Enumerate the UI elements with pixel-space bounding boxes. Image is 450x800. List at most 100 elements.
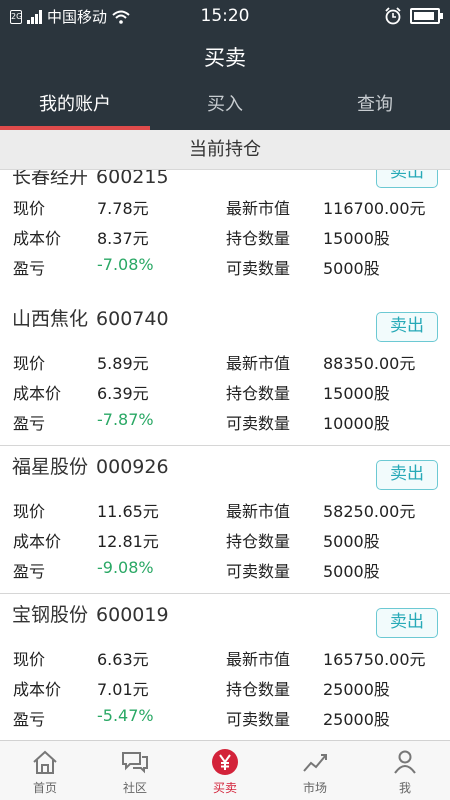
price-value: 6.63元 <box>97 650 149 669</box>
holding-label: 持仓数量 <box>226 384 291 403</box>
bottom-nav: 首页 社区 买卖 市场 我 <box>0 740 450 800</box>
stock-code: 600019 <box>96 604 169 626</box>
price-label: 现价 <box>13 199 46 218</box>
nav-trade-label: 买卖 <box>212 781 237 795</box>
cost-value: 12.81元 <box>97 532 159 551</box>
pnl-label: 盈亏 <box>13 259 46 278</box>
holding-value: 25000股 <box>323 680 390 699</box>
holding-label: 持仓数量 <box>226 680 291 699</box>
nav-me[interactable]: 我 <box>360 741 450 800</box>
position-card: 长春经开 600215 卖出 现价 7.78元 最新市值 116700.00元 成… <box>0 170 450 310</box>
price-row: 现价 5.89元 最新市值 88350.00元 <box>0 350 450 378</box>
sell-button[interactable]: 卖出 <box>376 608 438 638</box>
tab-my-account[interactable]: 我的账户 <box>0 84 150 130</box>
sellable-label: 可卖数量 <box>226 710 291 729</box>
price-value: 5.89元 <box>97 354 149 373</box>
pnl-row: 盈亏 -5.47% 可卖数量 25000股 <box>0 706 450 734</box>
stock-name: 长春经开 <box>12 170 89 188</box>
market-value-label: 最新市值 <box>226 199 291 218</box>
cost-label: 成本价 <box>13 229 62 248</box>
price-value: 7.78元 <box>97 199 149 218</box>
nav-me-label: 我 <box>398 781 411 795</box>
holding-value: 15000股 <box>323 384 390 403</box>
nav-community-label: 社区 <box>122 781 147 795</box>
pnl-row: 盈亏 -7.87% 可卖数量 10000股 <box>0 410 450 438</box>
price-row: 现价 6.63元 最新市值 165750.00元 <box>0 646 450 674</box>
sellable-label: 可卖数量 <box>226 562 291 581</box>
sellable-label: 可卖数量 <box>226 259 291 278</box>
cost-row: 成本价 6.39元 持仓数量 15000股 <box>0 380 450 408</box>
sell-button[interactable]: 卖出 <box>376 460 438 490</box>
sellable-value: 10000股 <box>323 414 390 433</box>
pnl-label: 盈亏 <box>13 710 46 729</box>
home-icon <box>33 750 57 774</box>
stock-name: 福星股份 <box>12 456 89 478</box>
stock-code: 000926 <box>96 456 169 478</box>
stock-name: 宝钢股份 <box>12 604 89 626</box>
sellable-label: 可卖数量 <box>226 414 291 433</box>
price-label: 现价 <box>13 502 46 521</box>
pnl-value: -9.08% <box>97 558 154 577</box>
sell-button[interactable]: 卖出 <box>376 170 438 188</box>
stock-title: 长春经开 600215 <box>12 170 169 189</box>
cost-row: 成本价 12.81元 持仓数量 5000股 <box>0 528 450 556</box>
sellable-value: 25000股 <box>323 710 390 729</box>
nav-market-label: 市场 <box>302 781 327 795</box>
cost-value: 7.01元 <box>97 680 149 699</box>
cost-row: 成本价 8.37元 持仓数量 15000股 <box>0 225 450 253</box>
nav-trade[interactable]: 买卖 <box>180 741 270 800</box>
stock-code: 600740 <box>96 308 169 330</box>
nav-home[interactable]: 首页 <box>0 741 90 800</box>
cost-row: 成本价 7.01元 持仓数量 25000股 <box>0 676 450 704</box>
user-icon <box>394 750 416 774</box>
pnl-row: 盈亏 -7.08% 可卖数量 5000股 <box>0 255 450 283</box>
stock-name: 山西焦化 <box>12 308 89 330</box>
chart-icon <box>303 754 327 772</box>
position-card: 山西焦化 600740 卖出 现价 5.89元 最新市值 88350.00元 成本… <box>0 298 450 446</box>
holding-label: 持仓数量 <box>226 229 291 248</box>
sellable-value: 5000股 <box>323 259 380 278</box>
yuan-icon <box>212 749 238 775</box>
nav-market[interactable]: 市场 <box>270 741 360 800</box>
market-value: 165750.00元 <box>323 650 426 669</box>
pnl-label: 盈亏 <box>13 414 46 433</box>
stock-title: 山西焦化 600740 <box>12 304 169 331</box>
clock: 15:20 <box>200 6 250 26</box>
holding-value: 15000股 <box>323 229 390 248</box>
nav-community[interactable]: 社区 <box>90 741 180 800</box>
status-right <box>384 7 443 25</box>
cost-label: 成本价 <box>13 532 62 551</box>
chat-icon <box>122 752 148 774</box>
price-value: 11.65元 <box>97 502 159 521</box>
market-value-label: 最新市值 <box>226 650 291 669</box>
tab-buy[interactable]: 买入 <box>150 84 300 130</box>
position-card: 宝钢股份 600019 卖出 现价 6.63元 最新市值 165750.00元 成… <box>0 594 450 740</box>
stock-title: 福星股份 000926 <box>12 452 169 479</box>
market-value-label: 最新市值 <box>226 502 291 521</box>
pnl-value: -7.87% <box>97 410 154 429</box>
tab-query[interactable]: 查询 <box>300 84 450 130</box>
pnl-row: 盈亏 -9.08% 可卖数量 5000股 <box>0 558 450 586</box>
price-row: 现价 7.78元 最新市值 116700.00元 <box>0 195 450 223</box>
market-value: 116700.00元 <box>323 199 426 218</box>
cost-label: 成本价 <box>13 680 62 699</box>
price-row: 现价 11.65元 最新市值 58250.00元 <box>0 498 450 526</box>
price-label: 现价 <box>13 354 46 373</box>
page-title: 买卖 <box>0 32 450 84</box>
cost-value: 8.37元 <box>97 229 149 248</box>
positions-list[interactable]: 长春经开 600215 卖出 现价 7.78元 最新市值 116700.00元 成… <box>0 170 450 740</box>
battery-icon <box>410 8 443 24</box>
status-bar: 2G 中国移动 15:20 <box>0 0 450 32</box>
sell-button[interactable]: 卖出 <box>376 312 438 342</box>
nav-home-label: 首页 <box>32 781 57 795</box>
position-card: 福星股份 000926 卖出 现价 11.65元 最新市值 58250.00元 成… <box>0 446 450 594</box>
pnl-label: 盈亏 <box>13 562 46 581</box>
sellable-value: 5000股 <box>323 562 380 581</box>
market-value: 58250.00元 <box>323 502 416 521</box>
price-label: 现价 <box>13 650 46 669</box>
section-title: 当前持仓 <box>0 130 450 170</box>
holding-label: 持仓数量 <box>226 532 291 551</box>
pnl-value: -7.08% <box>97 255 154 274</box>
market-value: 88350.00元 <box>323 354 416 373</box>
market-value-label: 最新市值 <box>226 354 291 373</box>
